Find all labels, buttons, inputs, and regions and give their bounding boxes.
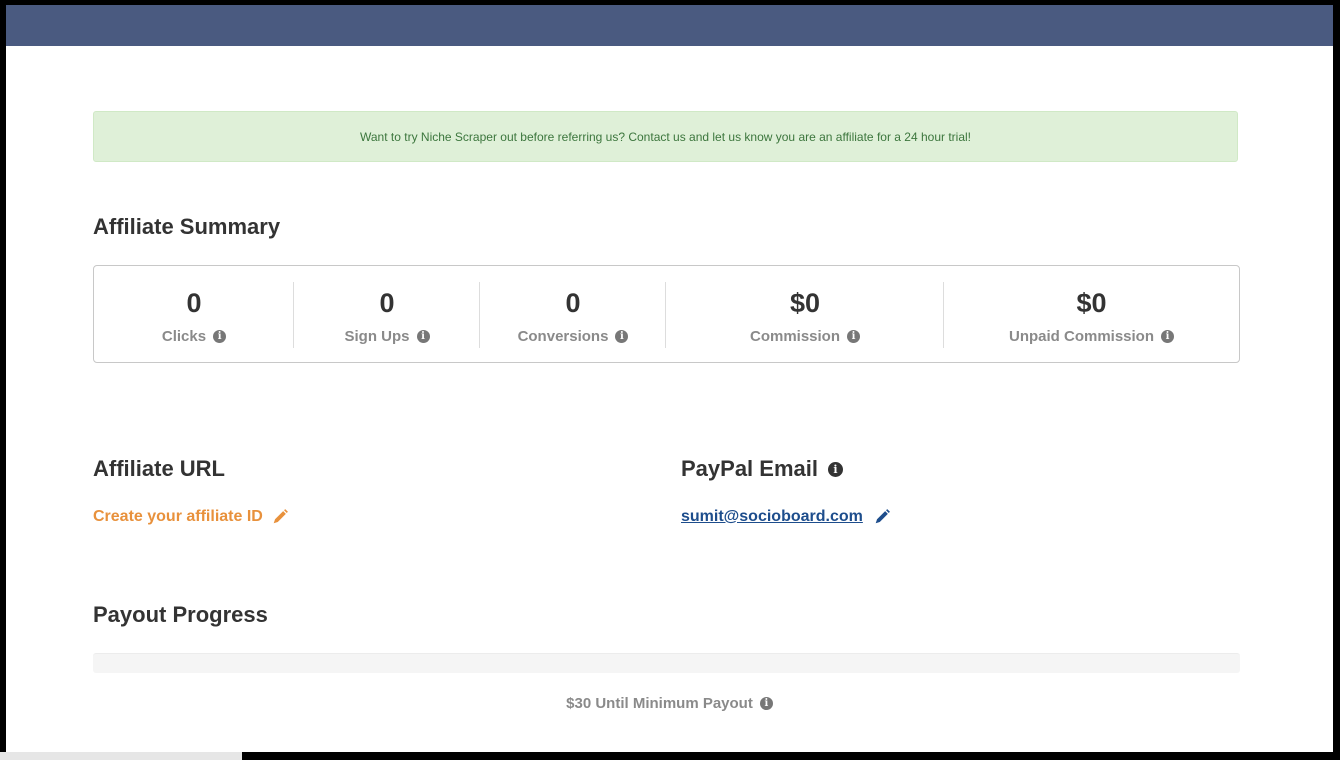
edit-pencil-icon[interactable] [873, 508, 891, 526]
affiliate-summary-heading: Affiliate Summary [93, 214, 281, 239]
paypal-email-row: sumit@socioboard.com [681, 508, 891, 526]
trial-notice-text: Want to try Niche Scraper out before ref… [360, 129, 971, 144]
payout-status: $30 Until Minimum Payout i [6, 695, 1333, 712]
paypal-email-title: PayPal Email [681, 456, 818, 481]
stat-label: Unpaid Commission [1008, 328, 1154, 345]
pencil-icon [273, 509, 288, 524]
affiliate-url-heading: Affiliate URL [93, 456, 225, 481]
stat-conversions: 0 Conversions i [480, 266, 666, 362]
stat-commission: $0 Commission i [666, 266, 944, 362]
affiliate-summary-panel: 0 Clicks i 0 Sign Ups i 0 Conversions i … [93, 265, 1240, 363]
info-icon[interactable]: i [213, 330, 227, 343]
stat-clicks: 0 Clicks i [94, 266, 294, 362]
stat-value: $0 [789, 288, 821, 318]
payout-progress-bar [93, 653, 1240, 673]
stat-value: 0 [379, 288, 395, 318]
trial-notice-alert: Want to try Niche Scraper out before ref… [93, 111, 1238, 162]
info-icon[interactable]: i [1161, 330, 1174, 343]
stat-sign-ups: 0 Sign Ups i [294, 266, 480, 362]
info-icon[interactable]: i [759, 697, 773, 710]
stat-unpaid-commission: $0 Unpaid Commission i [944, 266, 1239, 362]
stat-label: Sign Ups [344, 328, 410, 345]
create-affiliate-id-link[interactable]: Create your affiliate ID [93, 508, 289, 526]
info-icon[interactable]: i [615, 330, 629, 343]
paypal-email-link[interactable]: sumit@socioboard.com [681, 508, 863, 526]
create-affiliate-id-label: Create your affiliate ID [93, 508, 263, 525]
stat-value: 0 [186, 288, 202, 318]
page-frame: Want to try Niche Scraper out before ref… [6, 5, 1333, 752]
payout-status-text: $30 Until Minimum Payout [566, 695, 753, 712]
stat-value: 0 [565, 288, 581, 318]
payout-progress-heading: Payout Progress [93, 602, 268, 627]
status-bar-strip [0, 752, 242, 760]
info-icon[interactable]: i [416, 330, 430, 343]
stat-label: Commission [749, 328, 840, 345]
stat-label: Clicks [161, 328, 207, 345]
info-icon[interactable]: i [847, 330, 860, 343]
stat-label: Conversions [517, 328, 609, 345]
info-icon[interactable]: i [827, 461, 843, 477]
top-navbar [6, 5, 1333, 46]
stat-value: $0 [1076, 288, 1107, 318]
paypal-email-heading: PayPal Email i [681, 456, 843, 482]
